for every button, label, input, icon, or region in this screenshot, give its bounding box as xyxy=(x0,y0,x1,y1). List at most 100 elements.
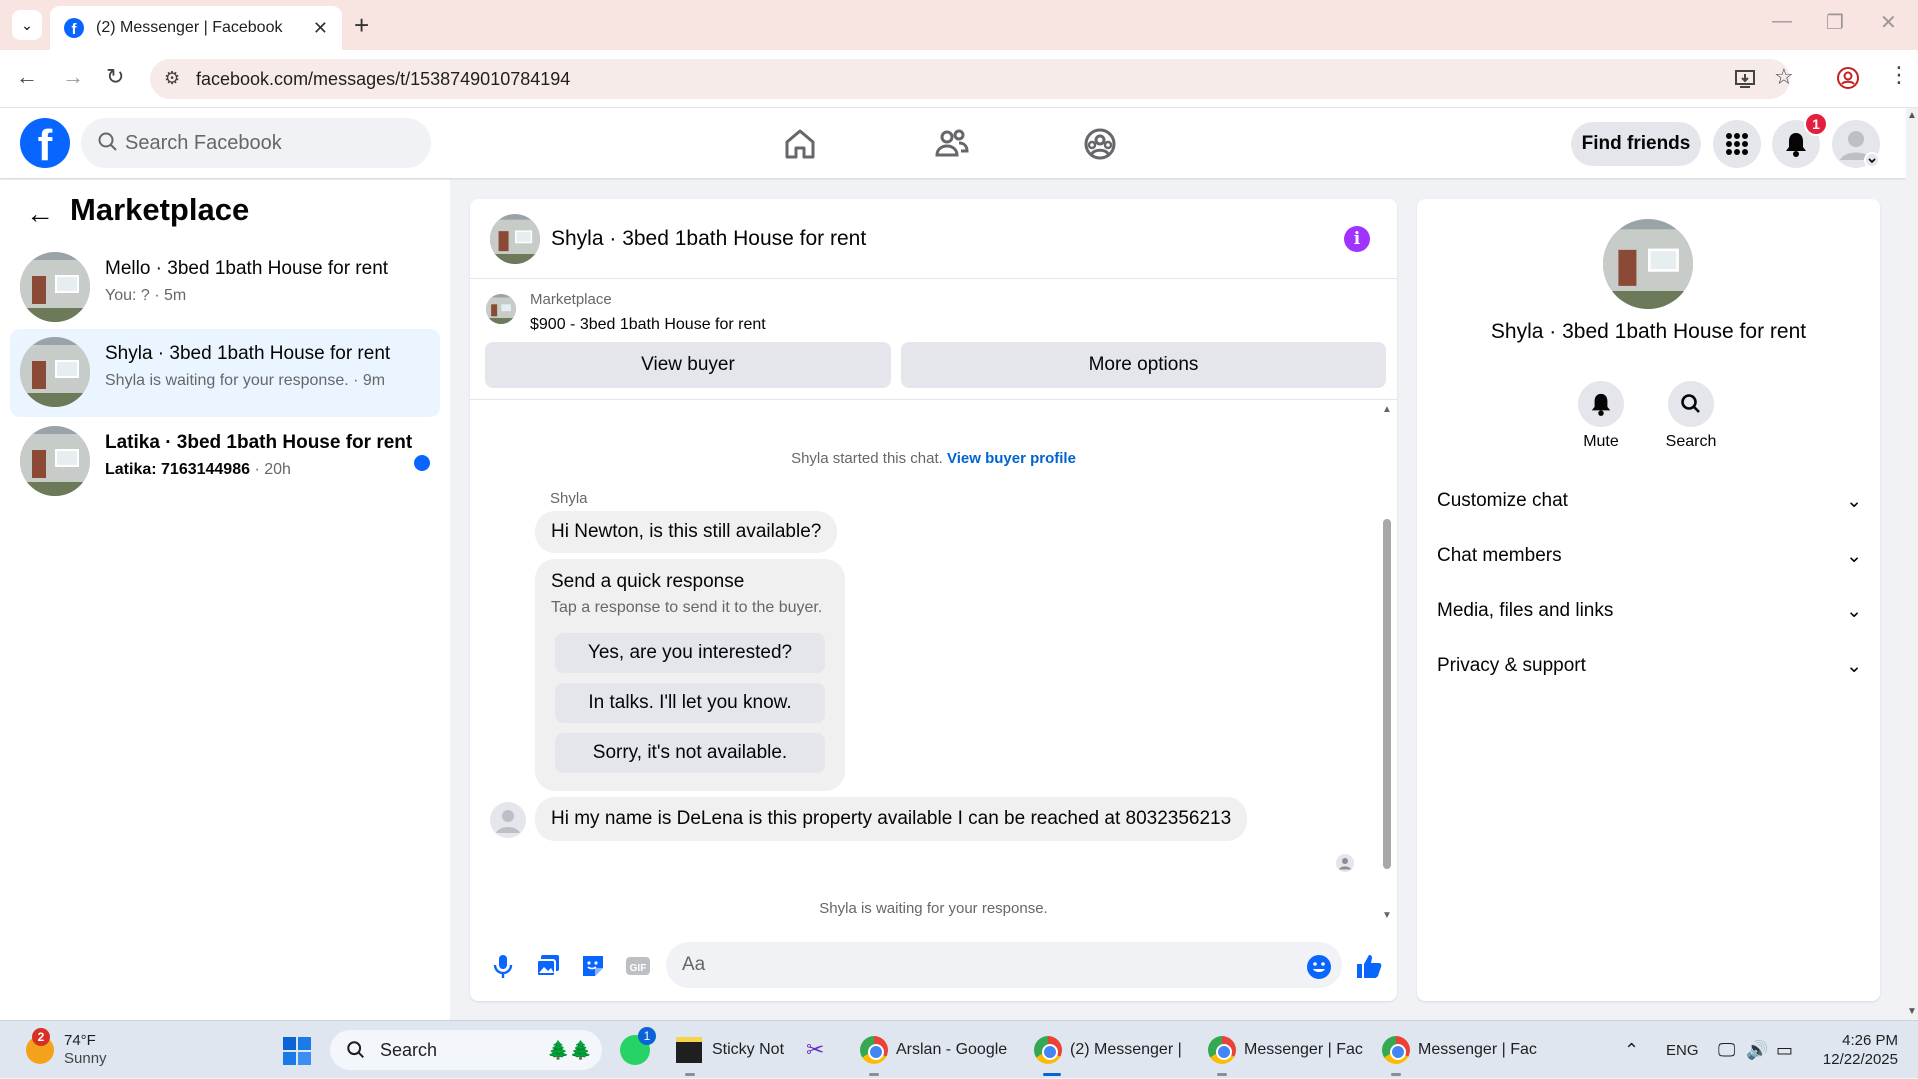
chevron-down-icon: ⌄ xyxy=(1846,545,1862,567)
view-buyer-profile-link[interactable]: View buyer profile xyxy=(947,450,1076,467)
facebook-favicon-icon: f xyxy=(64,18,84,38)
install-app-icon[interactable] xyxy=(1734,68,1756,90)
close-window-button[interactable]: ✕ xyxy=(1880,10,1897,35)
chrome-taskbar-app[interactable]: Messenger | Fac xyxy=(1382,1021,1537,1079)
back-arrow-icon[interactable]: ← xyxy=(26,198,54,230)
section-label: Media, files and links xyxy=(1437,600,1614,621)
conversation-item[interactable]: Mello · 3bed 1bath House for rent You: ?… xyxy=(10,244,440,332)
volume-icon[interactable]: 🔊 xyxy=(1746,1021,1768,1079)
chevron-down-icon: ⌄ xyxy=(1846,655,1862,677)
scroll-up-icon[interactable]: ▲ xyxy=(1382,404,1392,415)
microphone-icon[interactable] xyxy=(488,951,518,981)
battery-icon[interactable]: ▭ xyxy=(1776,1021,1793,1079)
account-button[interactable] xyxy=(1832,120,1880,168)
taskbar-search[interactable]: Search 🌲🌲 xyxy=(330,1030,602,1070)
scroll-down-icon[interactable]: ▼ xyxy=(1907,1006,1917,1017)
chrome-taskbar-app[interactable]: (2) Messenger | xyxy=(1034,1021,1182,1079)
scrollbar-thumb[interactable] xyxy=(1383,519,1391,869)
message-input[interactable]: Aa xyxy=(666,942,1342,988)
quick-response-button[interactable]: Yes, are you interested? xyxy=(555,633,825,673)
windows-start-icon[interactable] xyxy=(282,1036,312,1066)
page-scrollbar[interactable]: ▲ ▼ xyxy=(1906,108,1918,1020)
site-info-icon[interactable]: ⚙ xyxy=(164,68,180,89)
conversation-preview: Latika: 7163144986 · 20h xyxy=(105,461,291,479)
gif-icon[interactable]: GIF xyxy=(623,951,653,981)
sender-avatar[interactable] xyxy=(490,802,526,838)
chrome-taskbar-app[interactable]: Arslan - Google xyxy=(860,1021,1007,1079)
groups-icon[interactable] xyxy=(1080,124,1120,164)
info-icon[interactable]: i xyxy=(1344,226,1370,252)
clock[interactable]: 4:26 PM 12/22/2025 xyxy=(1818,1021,1898,1079)
facebook-search-input[interactable]: Search Facebook xyxy=(81,118,431,168)
close-tab-icon[interactable]: ✕ xyxy=(313,18,328,39)
friends-icon[interactable] xyxy=(932,124,972,164)
whatsapp-taskbar-app[interactable]: 1 xyxy=(620,1021,656,1079)
url-field[interactable]: ⚙ facebook.com/messages/t/15387490107841… xyxy=(150,59,1790,99)
menu-button[interactable] xyxy=(1713,120,1761,168)
more-options-button[interactable]: More options xyxy=(901,342,1386,388)
facebook-logo[interactable]: f xyxy=(20,118,70,168)
quick-response-button[interactable]: Sorry, it's not available. xyxy=(555,733,825,773)
app-label: Arslan - Google xyxy=(896,1041,1008,1058)
app-label: (2) Messenger | xyxy=(1070,1041,1182,1058)
chat-scrollbar[interactable]: ▲ ▼ xyxy=(1381,404,1393,924)
whatsapp-badge: 1 xyxy=(638,1027,656,1045)
language-indicator[interactable]: ENG xyxy=(1666,1021,1699,1079)
search-placeholder: Search Facebook xyxy=(125,131,282,154)
mute-button[interactable]: Mute xyxy=(1561,381,1641,451)
back-button[interactable]: ← xyxy=(16,64,38,90)
quick-response-button[interactable]: In talks. I'll let you know. xyxy=(555,683,825,723)
message-bubble: Hi my name is DeLena is this property av… xyxy=(535,797,1248,841)
reload-button[interactable]: ↻ xyxy=(106,64,124,90)
search-icon xyxy=(1681,394,1700,413)
seen-avatar xyxy=(1336,854,1354,872)
conversation-name: Shyla · 3bed 1bath House for rent xyxy=(105,343,391,364)
profile-icon[interactable] xyxy=(1836,66,1860,90)
emoji-icon[interactable] xyxy=(1306,954,1332,980)
address-bar: ← → ↻ ⚙ facebook.com/messages/t/15387490… xyxy=(0,50,1918,108)
home-icon[interactable] xyxy=(780,124,820,164)
listing-thumbnail xyxy=(486,294,516,324)
scroll-up-icon[interactable]: ▲ xyxy=(1907,110,1917,121)
scroll-down-icon[interactable]: ▼ xyxy=(1382,910,1392,921)
tab-search-button[interactable]: ⌄ xyxy=(12,10,42,40)
notification-badge: 1 xyxy=(1804,112,1828,136)
conversation-item-active[interactable]: Shyla · 3bed 1bath House for rent Shyla … xyxy=(10,329,440,417)
search-icon xyxy=(347,1041,364,1058)
bell-icon xyxy=(1786,133,1806,157)
sticky-notes-taskbar-app[interactable]: Sticky Not xyxy=(676,1021,784,1079)
like-icon[interactable] xyxy=(1354,951,1384,981)
chat-thumbnail[interactable] xyxy=(490,214,540,264)
browser-tab[interactable]: f (2) Messenger | Facebook ✕ xyxy=(50,6,342,50)
conversation-item[interactable]: Latika · 3bed 1bath House for rent Latik… xyxy=(10,418,440,506)
new-tab-button[interactable]: + xyxy=(354,10,369,41)
privacy-support-section[interactable]: Privacy & support ⌄ xyxy=(1437,646,1862,686)
find-friends-button[interactable]: Find friends xyxy=(1571,122,1701,166)
sticky-notes-icon xyxy=(676,1037,702,1063)
network-icon[interactable]: 🖵 xyxy=(1718,1021,1735,1079)
listing-source: Marketplace xyxy=(530,291,612,308)
chat-title[interactable]: Shyla · 3bed 1bath House for rent xyxy=(551,227,866,251)
photo-icon[interactable] xyxy=(533,951,563,981)
chat-photo xyxy=(1603,219,1693,309)
customize-chat-section[interactable]: Customize chat ⌄ xyxy=(1437,481,1862,521)
bookmark-star-icon[interactable]: ☆ xyxy=(1774,64,1794,90)
restore-button[interactable]: ❐ xyxy=(1826,10,1844,35)
listing-thumbnail xyxy=(20,426,90,496)
snipping-tool-icon[interactable]: ✂ xyxy=(806,1021,824,1079)
search-in-chat-button[interactable]: Search xyxy=(1651,381,1731,451)
listing-price-title[interactable]: $900 - 3bed 1bath House for rent xyxy=(530,316,766,334)
conversation-preview: You: ? · 5m xyxy=(105,287,187,304)
sticker-icon[interactable] xyxy=(578,951,608,981)
chat-members-section[interactable]: Chat members ⌄ xyxy=(1437,536,1862,576)
media-files-links-section[interactable]: Media, files and links ⌄ xyxy=(1437,591,1862,631)
forward-button[interactable]: → xyxy=(62,64,84,90)
preview-text: Latika: 7163144986 xyxy=(105,461,250,478)
weather-widget[interactable]: 2 74°F Sunny xyxy=(26,1021,107,1079)
minimize-button[interactable]: — xyxy=(1772,10,1792,33)
tray-chevron-up-icon[interactable]: ⌃ xyxy=(1624,1021,1639,1079)
browser-menu-icon[interactable]: ⋮ xyxy=(1888,62,1910,88)
view-buyer-button[interactable]: View buyer xyxy=(485,342,891,388)
message-placeholder: Aa xyxy=(682,954,706,975)
chrome-taskbar-app[interactable]: Messenger | Fac xyxy=(1208,1021,1363,1079)
